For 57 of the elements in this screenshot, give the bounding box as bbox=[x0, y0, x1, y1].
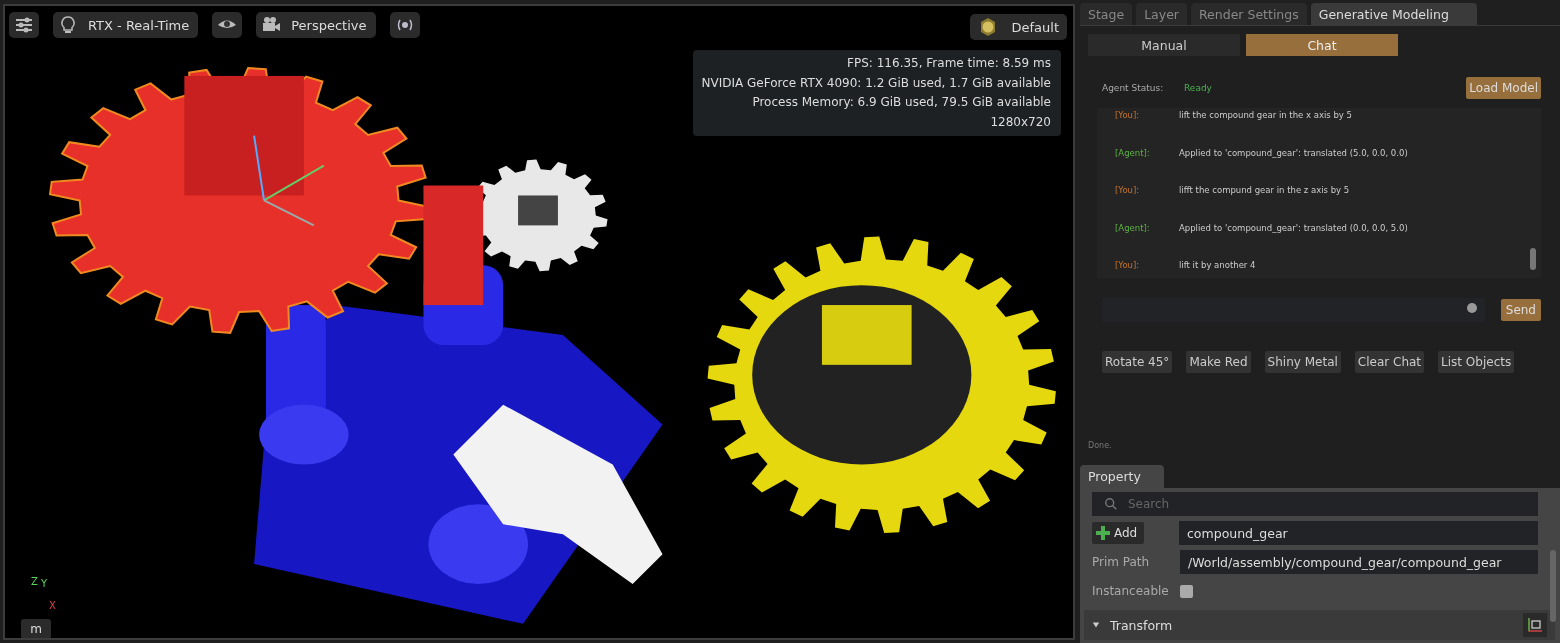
panel-tab[interactable]: Generative Modeling bbox=[1310, 3, 1477, 25]
chat-speaker: [You]: bbox=[1115, 185, 1141, 195]
agent-status-label: Agent Status: bbox=[1102, 83, 1165, 93]
scrollbar-thumb[interactable] bbox=[1530, 248, 1536, 270]
caret-icon bbox=[1092, 621, 1100, 629]
mode-tab[interactable]: Chat bbox=[1246, 34, 1398, 56]
light-mode-button[interactable]: RTX - Real-Time bbox=[53, 12, 199, 38]
chat-speaker: [Agent]: bbox=[1115, 222, 1151, 233]
chat-message: Applied to 'compound_gear': translated (0.0, 0.0, 5.0) bbox=[1179, 222, 1408, 233]
stats-line: FPS: 116.35, Frame time: 8.59 ms bbox=[846, 55, 1051, 72]
add-button[interactable]: Add bbox=[1092, 522, 1144, 544]
broadcast-button[interactable] bbox=[389, 12, 420, 38]
search-field[interactable]: Search bbox=[1092, 492, 1538, 516]
quick-action-button[interactable]: List Objects bbox=[1438, 351, 1515, 373]
quick-action-button[interactable]: Shiny Metal bbox=[1264, 351, 1341, 373]
panel-tab[interactable]: Layer bbox=[1136, 3, 1187, 25]
panel-tab[interactable]: Stage bbox=[1080, 3, 1133, 25]
agent-status-value: Ready bbox=[1184, 83, 1213, 93]
eye-button[interactable] bbox=[212, 12, 243, 38]
unit-button[interactable]: m bbox=[21, 619, 51, 638]
plus-icon bbox=[1096, 526, 1110, 540]
axis-label: Z bbox=[31, 576, 38, 587]
panel-tab[interactable]: Render Settings bbox=[1191, 3, 1307, 25]
property-tab[interactable]: Property bbox=[1080, 465, 1164, 488]
chat-message: Applied to 'compound_gear': translated (5.0, 0.0, 0.0) bbox=[1179, 147, 1408, 158]
chat-message: lift the compound gear in the x axis by 5 bbox=[1179, 110, 1352, 120]
chat-message: lifft the compund gear in the z axis by 5 bbox=[1179, 185, 1350, 195]
quick-action-button[interactable]: Rotate 45° bbox=[1102, 351, 1173, 373]
stats-line: NVIDIA GeForce RTX 4090: 1.2 GiB used, 1.7 GiB available bbox=[701, 74, 1051, 92]
scrollbar-thumb[interactable] bbox=[1550, 550, 1556, 622]
chat-speaker: [Agent]: bbox=[1115, 147, 1151, 158]
search-icon bbox=[1104, 497, 1118, 511]
axes-icon[interactable] bbox=[1523, 613, 1547, 637]
chat-message: lift it by another 4 bbox=[1179, 260, 1256, 270]
lightbulb-icon bbox=[58, 15, 78, 35]
chat-speaker: [You]: bbox=[1115, 110, 1141, 120]
camera-mode-button[interactable]: Perspective bbox=[256, 12, 376, 38]
field-label: Prim Path bbox=[1092, 555, 1151, 569]
settings-icon bbox=[14, 15, 34, 35]
stats-line: Process Memory: 6.9 GiB used, 79.5 GiB available bbox=[751, 94, 1051, 111]
axis-label: Y bbox=[41, 578, 48, 589]
stats-line: 1280x720 bbox=[989, 113, 1051, 131]
chat-speaker: [You]: bbox=[1115, 260, 1141, 270]
chat-input-field[interactable] bbox=[1102, 298, 1485, 322]
name-field[interactable]: compound_gear bbox=[1179, 521, 1538, 545]
field-label: Instanceable bbox=[1092, 584, 1170, 598]
quick-action-button[interactable]: Clear Chat bbox=[1354, 351, 1425, 373]
section-title: Transform bbox=[1110, 617, 1174, 633]
prim-path-field[interactable]: /World/assembly/compound_gear/compound_gear bbox=[1180, 550, 1538, 574]
settings-button[interactable] bbox=[9, 12, 39, 38]
axis-label: X bbox=[49, 600, 56, 611]
status-text: Done. bbox=[1088, 441, 1112, 450]
instanceable-checkbox[interactable] bbox=[1180, 584, 1193, 598]
lighting-mode-button[interactable]: Default bbox=[969, 14, 1067, 40]
transform-section-header[interactable]: Transform bbox=[1084, 610, 1555, 640]
quick-action-button[interactable]: Make Red bbox=[1186, 351, 1251, 373]
mode-tab[interactable]: Manual bbox=[1088, 34, 1240, 56]
